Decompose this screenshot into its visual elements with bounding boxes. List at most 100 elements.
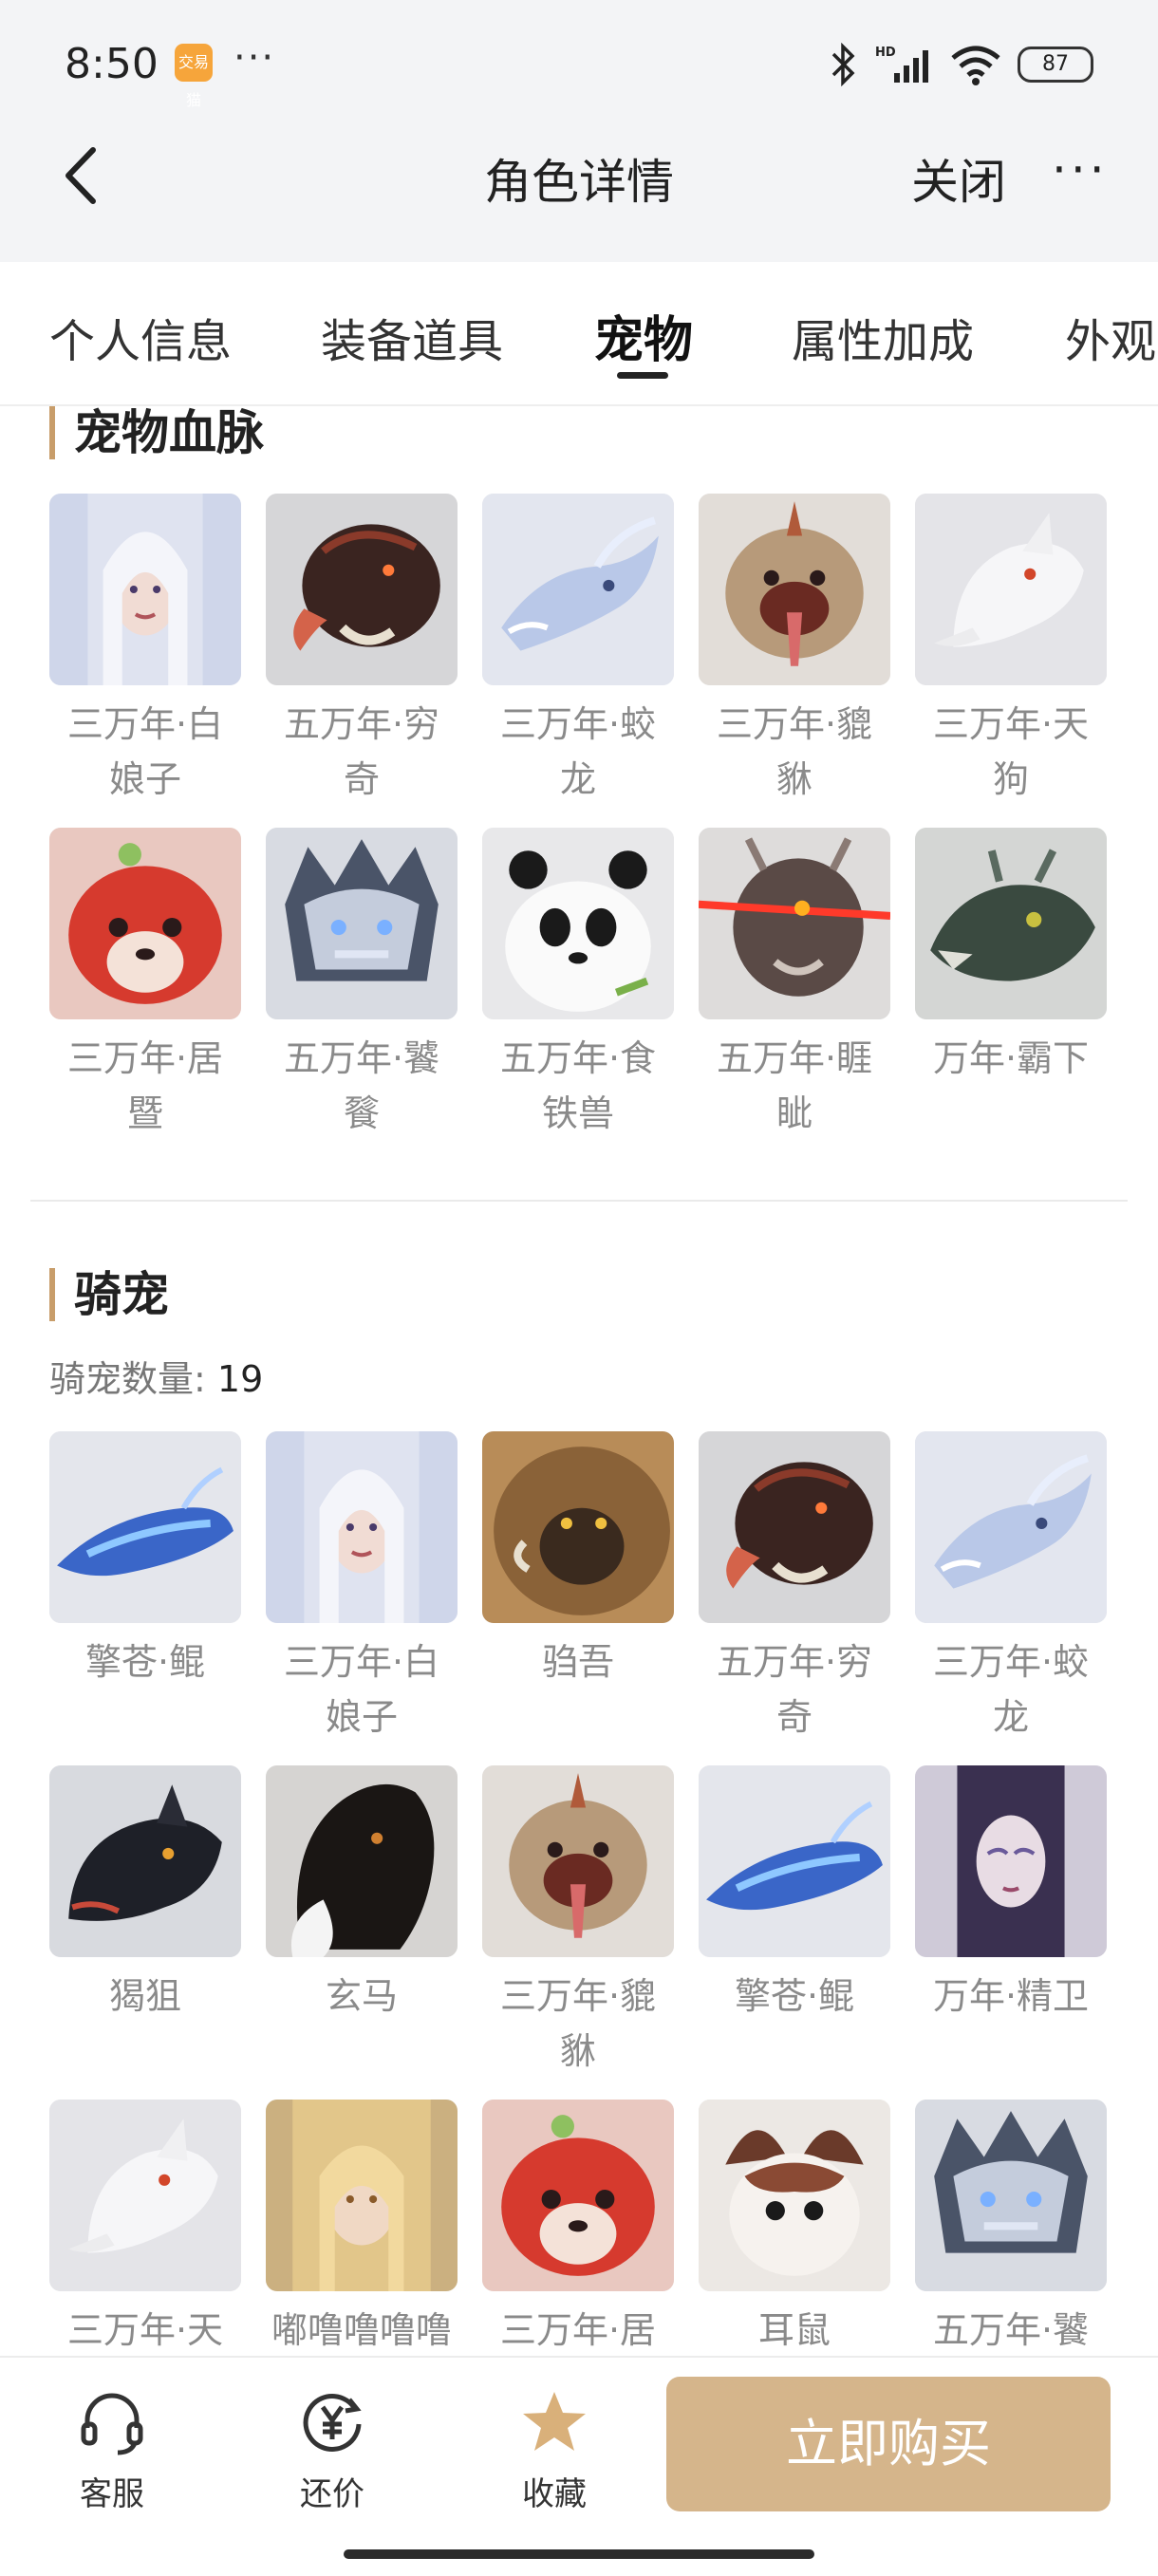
white-lady-portrait-image [49, 494, 241, 685]
pet-bloodline-item-name: 五万年·食铁兽 [499, 1037, 657, 1134]
pet-bloodline-item[interactable]: 三万年·蛟龙 [482, 494, 674, 807]
mount-item-name: 耳鼠 [757, 2309, 831, 2351]
qiongqi-beast-image [699, 1431, 890, 1623]
pet-bloodline-item[interactable]: 三万年·白娘子 [49, 494, 241, 807]
mount-item-name: 猲狙 [108, 1975, 181, 2017]
mount-item-name: 玄马 [325, 1975, 398, 2017]
pet-bloodline-item-name: 三万年·天狗 [932, 703, 1090, 800]
qiongqi-beast-image [266, 494, 458, 685]
jiaolong-dragon-image [915, 1431, 1107, 1623]
top-bar: 8:50 交易猫 ··· HD 87 角色详情 关闭 ··· [0, 0, 1158, 262]
bargain-button[interactable]: 还价 [266, 2386, 399, 2514]
pet-bloodline-item-name: 三万年·蛟龙 [499, 703, 657, 800]
mount-item[interactable]: 五万年·饕 [915, 2100, 1107, 2356]
mount-item-name: 擎苍·鲲 [84, 1641, 206, 1683]
mount-item[interactable]: 耳鼠 [699, 2100, 890, 2356]
pet-bloodline-item-name: 五万年·穷奇 [283, 703, 440, 800]
mount-item-name: 三万年·蛟龙 [932, 1641, 1090, 1738]
bluetooth-icon [831, 43, 855, 86]
mount-item[interactable]: 三万年·天 [49, 2100, 241, 2356]
mount-item[interactable]: 五万年·穷奇 [699, 1431, 890, 1745]
section-title-pet-bloodline: 宠物血脉 [49, 406, 264, 459]
baxia-dragon-image [915, 828, 1107, 1019]
mount-item-name: 三万年·貔貅 [499, 1975, 657, 2072]
svg-text:HD: HD [875, 46, 896, 60]
bottom-action-bar: 客服 还价 收藏 立即购买 [0, 2356, 1158, 2576]
app-notification-icon: 交易猫 [175, 44, 213, 109]
more-menu-button[interactable]: ··· [1052, 142, 1109, 197]
mount-item-name: 驺吾 [541, 1641, 614, 1683]
mount-item-name: 五万年·饕 [932, 2309, 1090, 2351]
tiangou-wolf-image [915, 494, 1107, 685]
pet-bloodline-item-name: 三万年·居暨 [66, 1037, 224, 1134]
pet-bloodline-item-name: 三万年·白娘子 [66, 703, 224, 800]
mount-count: 骑宠数量: 19 [49, 1350, 263, 1402]
status-more-dots: ··· [233, 36, 276, 80]
status-icons: HD 87 [830, 38, 1093, 91]
mount-count-value: 19 [216, 1358, 264, 1400]
mount-item[interactable]: 嘟噜噜噜噜 [266, 2100, 458, 2356]
close-button[interactable]: 关闭 [911, 144, 1006, 213]
taotie-beast-image [915, 2100, 1107, 2291]
mount-item[interactable]: 擎苍·鲲 [49, 1431, 241, 1689]
mount-item-name: 擎苍·鲲 [734, 1975, 855, 2017]
pet-bloodline-item-name: 五万年·饕餮 [283, 1037, 440, 1134]
jiaolong-dragon-image [482, 494, 674, 685]
pet-bloodline-item[interactable]: 五万年·饕餮 [266, 828, 458, 1141]
mount-item-name: 三万年·白娘子 [283, 1641, 440, 1738]
section-divider [30, 1200, 1128, 1202]
black-wolf-image [49, 1765, 241, 1957]
status-time: 8:50 [65, 40, 159, 88]
section-title-mounts: 骑宠 [49, 1268, 169, 1321]
pet-bloodline-item[interactable]: 五万年·食铁兽 [482, 828, 674, 1141]
mounts-grid: 擎苍·鲲 三万年·白娘子 驺吾 五万年·穷奇 三万年·蛟龙 猲狙 玄马 三万年·貔貅 擎苍·鲲万… [49, 1431, 1112, 2356]
mount-item[interactable]: 三万年·蛟龙 [915, 1431, 1107, 1745]
pixiu-beast-image [482, 1765, 674, 1957]
mount-item-name: 三万年·天 [66, 2309, 224, 2351]
mount-item[interactable]: 三万年·居 [482, 2100, 674, 2356]
pet-bloodline-item[interactable]: 万年·霸下 [915, 828, 1107, 1086]
favorite-button[interactable]: 收藏 [488, 2386, 621, 2514]
buy-now-button[interactable]: 立即购买 [666, 2377, 1111, 2511]
tab-attributes[interactable]: 属性加成 [792, 304, 974, 370]
pet-bloodline-grid: 三万年·白娘子 五万年·穷奇 三万年·蛟龙 三万年·貔貅 三万年·天狗 三万年·居暨 五万年… [49, 494, 1112, 1139]
mount-item[interactable]: 三万年·白娘子 [266, 1431, 458, 1745]
pet-bloodline-item[interactable]: 三万年·天狗 [915, 494, 1107, 807]
home-indicator [344, 2549, 814, 2559]
mount-item[interactable]: 猲狙 [49, 1765, 241, 2024]
customer-service-button[interactable]: 客服 [46, 2386, 178, 2514]
mount-item[interactable]: 玄马 [266, 1765, 458, 2024]
yazi-dragon-image [699, 828, 890, 1019]
mount-item-name: 三万年·居 [499, 2309, 657, 2351]
tab-pets[interactable]: 宠物 [594, 300, 693, 371]
tab-personal-info[interactable]: 个人信息 [49, 304, 232, 370]
kun-blue-fish-image [49, 1431, 241, 1623]
pet-bloodline-item[interactable]: 三万年·貔貅 [699, 494, 890, 807]
yen-bargain-icon [303, 2394, 362, 2452]
mount-item[interactable]: 驺吾 [482, 1431, 674, 1689]
pet-bloodline-item[interactable]: 五万年·穷奇 [266, 494, 458, 807]
tab-appearance[interactable]: 外观 [1065, 304, 1156, 370]
pet-bloodline-item-name: 万年·霸下 [932, 1037, 1090, 1079]
hd-signal-icon: HD [875, 46, 928, 83]
tab-equipment[interactable]: 装备道具 [321, 304, 503, 370]
pet-bloodline-item-name: 五万年·睚眦 [716, 1037, 873, 1134]
mount-item[interactable]: 三万年·貔貅 [482, 1765, 674, 2079]
pet-bloodline-item-name: 三万年·貔貅 [716, 703, 873, 800]
mount-item-name: 嘟噜噜噜噜 [271, 2309, 452, 2351]
mount-item[interactable]: 擎苍·鲲 [699, 1765, 890, 2024]
bargain-label: 还价 [300, 2475, 364, 2513]
battery-icon: 87 [1018, 47, 1093, 83]
kun-blue-fish-image [699, 1765, 890, 1957]
tiangou-wolf-image [49, 2100, 241, 2291]
headset-icon [81, 2393, 143, 2455]
blonde-girl-portrait-image [266, 2100, 458, 2291]
mount-item[interactable]: 万年·精卫 [915, 1765, 1107, 2024]
pet-bloodline-item[interactable]: 三万年·居暨 [49, 828, 241, 1141]
active-tab-indicator [617, 372, 668, 379]
ear-mouse-image [699, 2100, 890, 2291]
juji-red-fox-image [482, 2100, 674, 2291]
panda-image [482, 828, 674, 1019]
star-icon [523, 2392, 586, 2451]
pet-bloodline-item[interactable]: 五万年·睚眦 [699, 828, 890, 1141]
